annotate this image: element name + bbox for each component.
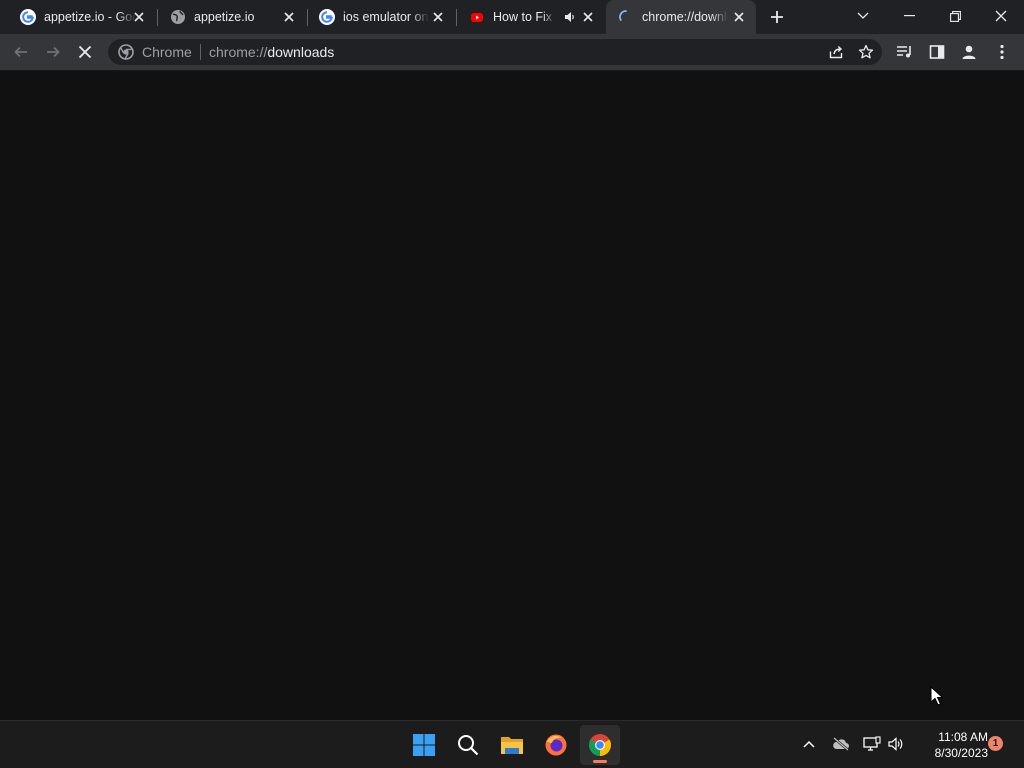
google-g-icon bbox=[20, 9, 36, 25]
close-tab-icon[interactable] bbox=[132, 10, 146, 24]
show-hidden-icons-chevron[interactable] bbox=[800, 735, 818, 753]
windows-start-icon[interactable] bbox=[404, 725, 444, 765]
kebab-menu-icon[interactable] bbox=[993, 43, 1011, 61]
system-clock[interactable]: 11:08 AM 8/30/2023 bbox=[912, 729, 988, 761]
back-arrow-icon[interactable] bbox=[12, 43, 30, 61]
close-tab-icon[interactable] bbox=[581, 10, 595, 24]
firefox-icon[interactable] bbox=[536, 725, 576, 765]
close-tab-icon[interactable] bbox=[732, 10, 746, 24]
tab-title: appetize.io bbox=[194, 10, 255, 24]
chevron-down-icon bbox=[857, 12, 869, 19]
page-content-area bbox=[0, 71, 1024, 720]
url-host: downloads bbox=[267, 44, 335, 60]
audio-playing-icon[interactable] bbox=[563, 10, 577, 24]
tab-appetize[interactable]: appetize.io bbox=[158, 0, 306, 34]
forward-arrow-icon[interactable] bbox=[44, 43, 62, 61]
omnibox-divider bbox=[200, 44, 201, 60]
close-tab-icon[interactable] bbox=[282, 10, 296, 24]
tab-ios-emulator-search[interactable]: ios emulator online - Google Search bbox=[307, 0, 455, 34]
url-text[interactable]: chrome://downloads bbox=[209, 44, 334, 60]
minimize-button[interactable] bbox=[886, 0, 932, 32]
network-icon[interactable] bbox=[863, 735, 881, 753]
file-explorer-icon[interactable] bbox=[492, 725, 532, 765]
tab-strip: appetize.io - Google Search appetize.io … bbox=[0, 0, 1024, 34]
youtube-icon bbox=[469, 9, 485, 25]
profile-avatar-icon[interactable] bbox=[960, 43, 978, 61]
browser-toolbar: Chrome chrome://downloads bbox=[0, 34, 1024, 71]
tab-youtube[interactable]: How to Fix YouTube bbox=[457, 0, 605, 34]
side-panel-icon[interactable] bbox=[928, 43, 946, 61]
loading-spinner-icon bbox=[618, 9, 634, 25]
chrome-icon[interactable] bbox=[580, 725, 620, 765]
chrome-page-icon bbox=[118, 44, 134, 60]
tab-title: appetize.io - Google Search bbox=[44, 10, 136, 24]
google-g-icon bbox=[319, 9, 335, 25]
windows-taskbar: 11:08 AM 8/30/2023 bbox=[0, 720, 1024, 768]
tab-title: How to Fix YouTube bbox=[493, 10, 555, 24]
mouse-cursor-icon bbox=[930, 686, 944, 706]
close-window-button[interactable] bbox=[978, 0, 1024, 32]
globe-icon bbox=[170, 9, 186, 25]
volume-icon[interactable] bbox=[887, 735, 905, 753]
url-scheme: chrome:// bbox=[209, 44, 268, 60]
clock-time: 11:08 AM bbox=[938, 730, 988, 744]
site-chip-label: Chrome bbox=[142, 44, 192, 60]
close-tab-icon[interactable] bbox=[431, 10, 445, 24]
tab-title: chrome://downloads bbox=[642, 10, 728, 24]
active-app-indicator bbox=[593, 760, 607, 763]
notification-badge[interactable]: 1 bbox=[988, 736, 1003, 751]
restore-icon bbox=[949, 10, 961, 22]
onedrive-offline-icon[interactable] bbox=[832, 735, 850, 753]
search-icon[interactable] bbox=[448, 725, 488, 765]
new-tab-button[interactable] bbox=[768, 8, 786, 26]
tab-appetize-search[interactable]: appetize.io - Google Search bbox=[8, 0, 156, 34]
stop-loading-icon[interactable] bbox=[76, 43, 94, 61]
address-bar[interactable]: Chrome chrome://downloads bbox=[108, 39, 882, 65]
restore-button[interactable] bbox=[932, 0, 978, 32]
tab-downloads[interactable]: chrome://downloads bbox=[606, 0, 756, 34]
tab-search-button[interactable] bbox=[840, 0, 886, 32]
share-icon[interactable] bbox=[828, 44, 844, 60]
minimize-icon bbox=[903, 15, 915, 17]
tab-title: ios emulator online - Google Search bbox=[343, 10, 429, 24]
media-controls-icon[interactable] bbox=[896, 43, 914, 61]
bookmark-star-icon[interactable] bbox=[858, 44, 874, 60]
close-icon bbox=[995, 10, 1007, 22]
clock-date: 8/30/2023 bbox=[934, 746, 988, 760]
